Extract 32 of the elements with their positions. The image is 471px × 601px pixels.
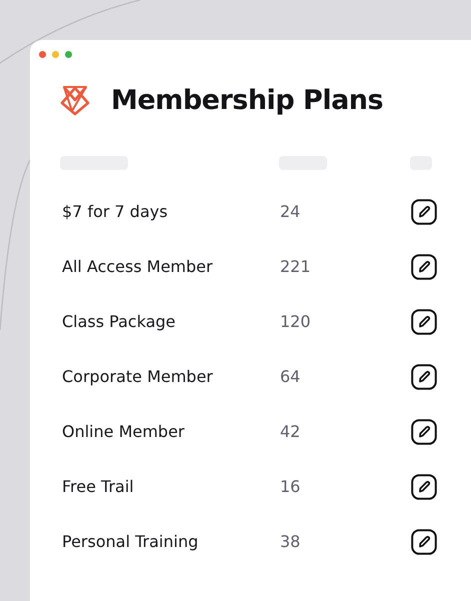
- plan-name: Personal Training: [62, 532, 200, 551]
- edit-icon: [411, 474, 437, 500]
- edit-button[interactable]: [410, 308, 438, 336]
- member-count: 16: [280, 477, 302, 496]
- member-count: 120: [280, 312, 312, 331]
- edit-icon: [411, 364, 437, 390]
- edit-icon: [411, 254, 437, 280]
- edit-button[interactable]: [410, 528, 438, 556]
- plan-name: All Access Member: [62, 257, 214, 276]
- plan-name: Online Member: [62, 422, 186, 441]
- member-count: 38: [280, 532, 302, 551]
- edit-button[interactable]: [410, 252, 438, 280]
- edit-icon: [411, 308, 437, 334]
- member-count: 221: [280, 257, 312, 276]
- edit-button[interactable]: [410, 198, 438, 226]
- member-count: 42: [280, 422, 302, 441]
- plan-name: Free Trail: [62, 477, 135, 496]
- window-control[interactable]: [39, 51, 46, 58]
- edit-button[interactable]: [410, 472, 438, 500]
- plan-name: Corporate Member: [62, 367, 214, 386]
- member-count: 64: [280, 367, 302, 386]
- edit-icon: [411, 418, 437, 444]
- edit-icon: [411, 198, 437, 224]
- page-title: Membership Plans: [111, 84, 384, 116]
- member-count: 24: [280, 202, 302, 221]
- plan-name: Class Package: [62, 312, 176, 331]
- edit-icon: [411, 528, 437, 554]
- plan-name: $7 for 7 days: [62, 202, 169, 221]
- edit-button[interactable]: [410, 418, 438, 446]
- edit-button[interactable]: [410, 362, 438, 390]
- logo-icon: [59, 84, 91, 116]
- window-control[interactable]: [65, 51, 72, 58]
